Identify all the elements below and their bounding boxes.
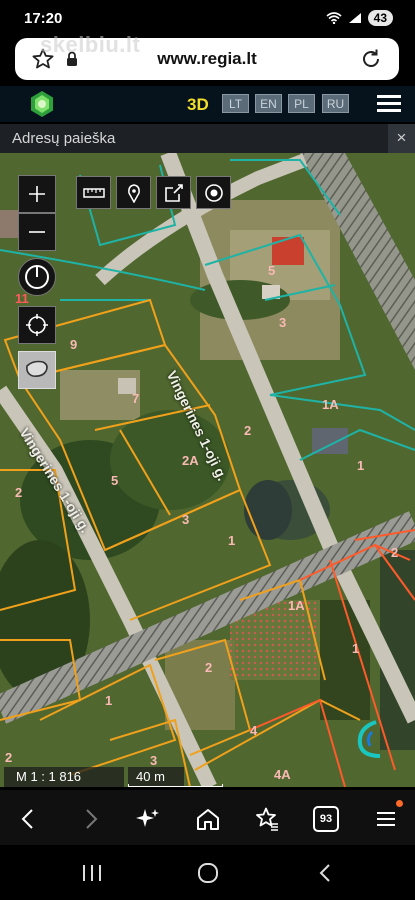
parcel-number: 1 <box>228 533 236 548</box>
parcel-number: 7 <box>132 391 140 406</box>
measure-icon <box>82 187 105 198</box>
parcel-number: 1 <box>357 458 365 473</box>
parcel-number: 2 <box>244 423 252 438</box>
zoom-in-icon <box>29 186 45 202</box>
android-home-icon[interactable] <box>196 862 220 884</box>
compass-button[interactable] <box>18 258 56 296</box>
lang-pl[interactable]: PL <box>288 94 315 113</box>
map-canvas[interactable]: 5 3 11 9 7 2 1A 1 2A 2 5 3 1 2 1A 1 2 1 … <box>0 153 415 787</box>
compass-icon <box>25 265 49 289</box>
locate-button[interactable] <box>18 306 56 344</box>
forward-icon[interactable] <box>77 806 103 832</box>
status-bar: 17:20 43 <box>0 0 415 36</box>
parcel-number: 2 <box>205 660 213 675</box>
parcel-number: 3 <box>150 753 158 768</box>
regia-watermark-icon <box>357 720 381 758</box>
parcel-number: 2A <box>182 453 199 468</box>
parcel-number: 5 <box>268 263 276 278</box>
share-button[interactable] <box>156 176 191 209</box>
zoom-out-button[interactable] <box>18 213 56 251</box>
back-icon[interactable] <box>16 806 42 832</box>
parcel-number: 4 <box>250 723 258 738</box>
menu-icon[interactable] <box>377 95 401 115</box>
locate-icon <box>26 314 48 336</box>
share-icon <box>164 183 183 202</box>
home-icon[interactable] <box>195 806 221 832</box>
android-back-icon[interactable] <box>314 862 338 884</box>
parcel-number: 4A <box>274 767 291 782</box>
parcel-number: 2 <box>391 545 399 560</box>
zoom-out-icon <box>29 231 45 233</box>
tabs-icon[interactable]: 93 <box>313 806 339 832</box>
address-search-bar[interactable]: Adresų paieška × <box>0 124 415 153</box>
watermark: skelbiu.lt <box>40 32 141 57</box>
marker-icon <box>127 183 140 203</box>
scale-bar <box>128 784 223 787</box>
parcel-number: 9 <box>70 337 78 352</box>
battery-level: 43 <box>367 10 393 26</box>
lang-ru[interactable]: RU <box>322 94 349 113</box>
parcel-number: 1A <box>288 598 305 613</box>
status-icons: 43 <box>326 10 393 26</box>
parcel-number: 1 <box>105 693 113 708</box>
signal-icon <box>348 13 361 23</box>
logo-icon[interactable] <box>28 90 56 118</box>
close-button[interactable]: × <box>388 124 415 153</box>
map-scale-ratio: M 1 : 1 816 <box>4 767 124 787</box>
parcel-number: 5 <box>111 473 119 488</box>
recents-icon[interactable] <box>80 862 104 884</box>
parcel-number: 3 <box>279 315 287 330</box>
lang-lt[interactable]: LT <box>222 94 249 113</box>
view-3d-button[interactable]: 3D <box>187 95 209 115</box>
select-area-icon <box>26 360 48 377</box>
marker-button[interactable] <box>116 176 151 209</box>
notification-dot <box>396 800 403 807</box>
address-search-label[interactable]: Adresų paieška <box>12 130 115 147</box>
select-area-button[interactable] <box>18 351 56 389</box>
reload-icon[interactable] <box>359 47 383 71</box>
zoom-in-button[interactable] <box>18 175 56 213</box>
bookmarks-icon[interactable] <box>254 806 280 832</box>
parcel-number: 1 <box>352 641 360 656</box>
parcel-number: 1A <box>322 397 339 412</box>
sparkle-icon[interactable] <box>135 806 161 832</box>
parcel-number: 2 <box>5 750 13 765</box>
browser-menu-icon[interactable] <box>373 806 399 832</box>
target-button[interactable] <box>196 176 231 209</box>
wifi-icon <box>326 12 342 24</box>
parcel-number: 2 <box>15 485 23 500</box>
parcel-number: 3 <box>182 512 190 527</box>
status-time: 17:20 <box>24 10 63 27</box>
lang-en[interactable]: EN <box>255 94 282 113</box>
measure-button[interactable] <box>76 176 111 209</box>
target-icon <box>204 183 223 202</box>
orthophoto-layer <box>0 153 415 787</box>
